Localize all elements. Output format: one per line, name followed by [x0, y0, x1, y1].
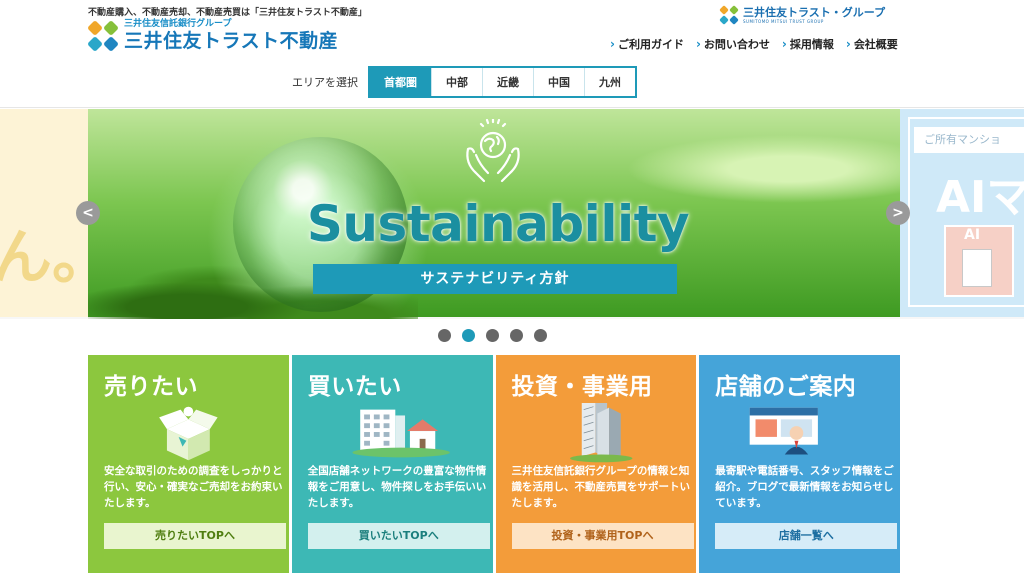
- chevron-right-icon: ›: [781, 37, 787, 51]
- carousel-dot-4[interactable]: [510, 329, 523, 342]
- buy-top-button[interactable]: 買いたいTOPへ: [307, 523, 490, 549]
- logo-title: 三井住友トラスト不動産: [124, 30, 339, 52]
- card-title: 投資・事業用: [511, 374, 653, 400]
- carousel-slide-next[interactable]: ご所有マンショ AIマ AI: [900, 109, 1024, 317]
- invest-card[interactable]: 投資・事業用 三井住友信託銀行グループの情報と知識を活用し、不動産売買をサポート…: [495, 355, 697, 573]
- hero-carousel: ん。 Sustainability サステナビリティ方針 ご所有マンショ AIマ…: [0, 109, 1024, 319]
- group-logo[interactable]: 三井住友トラスト・グループ SUMITOMO MITSUI TRUST GROU…: [719, 5, 886, 25]
- area-selector: エリアを選択 首都圏 中部 近畿 中国 九州: [292, 66, 637, 98]
- house-and-building-icon: [352, 409, 450, 458]
- earth-in-hands-icon: [466, 119, 520, 183]
- prev-slide-deco-text: ん。: [0, 223, 88, 293]
- card-description: 最寄駅や電話番号、スタッフ情報をご紹介。ブログで最新情報をお知らせしています。: [715, 465, 894, 509]
- buy-card[interactable]: 買いたい 全国店舗ネットワークの豊富な物件情報をご用意し、物件探しをお手伝いいた…: [291, 355, 493, 573]
- chevron-right-icon: ›: [695, 37, 701, 51]
- site-tagline: 不動産購入、不動産売却、不動産売買は「三井住友トラスト不動産」: [88, 8, 367, 18]
- area-tab-chubu[interactable]: 中部: [431, 68, 482, 96]
- card-description: 三井住友信託銀行グループの情報と知識を活用し、不動産売買をサポートいたします。: [511, 465, 691, 509]
- card-title: 売りたい: [104, 374, 198, 400]
- group-logo-mark-icon: [719, 5, 739, 25]
- group-logo-english: SUMITOMO MITSUI TRUST GROUP: [743, 18, 824, 24]
- carousel-dot-5[interactable]: [534, 329, 547, 342]
- building-icon: [962, 249, 992, 287]
- utility-nav: › ご利用ガイド › お問い合わせ › 採用情報 › 会社概要: [610, 36, 898, 52]
- area-tab-kyushu[interactable]: 九州: [584, 68, 635, 96]
- card-title: 店舗のご案内: [715, 374, 857, 400]
- sell-top-button[interactable]: 売りたいTOPへ: [104, 523, 286, 549]
- area-selector-label: エリアを選択: [292, 76, 358, 89]
- office-towers-icon: [569, 403, 632, 463]
- carousel-slide-sustainability[interactable]: Sustainability サステナビリティ方針: [88, 109, 900, 319]
- slide-title: Sustainability: [306, 195, 690, 253]
- carousel-dot-3[interactable]: [486, 329, 499, 342]
- area-tabs: 首都圏 中部 近畿 中国 九州: [368, 66, 637, 98]
- carousel-dot-1[interactable]: [438, 329, 451, 342]
- carousel-slide-prev[interactable]: ん。: [0, 109, 88, 317]
- site-logo[interactable]: 三井住友信託銀行グループ 三井住友トラスト不動産: [87, 19, 339, 52]
- store-list-button[interactable]: 店舗一覧へ: [715, 523, 898, 549]
- next-slide-caption: ご所有マンショ: [914, 127, 1024, 153]
- group-logo-title: 三井住友トラスト・グループ: [743, 5, 886, 19]
- store-card[interactable]: 店舗のご案内 最寄駅や電話番号、スタッフ情報をご紹介。ブログで最新情報をお知らせ…: [699, 355, 900, 573]
- carousel-prev-button[interactable]: <: [76, 201, 100, 225]
- area-tab-kinki[interactable]: 近畿: [482, 68, 533, 96]
- carousel-next-button[interactable]: >: [886, 201, 910, 225]
- sell-card[interactable]: 売りたい 安全な取引のための調査をしっかりと行い、安心・確実なご売却をお約束いた…: [88, 355, 289, 573]
- contact-link[interactable]: › お問い合わせ: [696, 36, 770, 52]
- carousel-pagination: [438, 329, 547, 342]
- next-slide-ai-label: AI: [964, 227, 981, 243]
- card-description: 全国店舗ネットワークの豊富な物件情報をご用意し、物件探しをお手伝いいたします。: [307, 465, 487, 509]
- chevron-right-icon: ›: [845, 37, 851, 51]
- open-box-icon: [159, 406, 218, 461]
- slide-subtitle: サステナビリティ方針: [313, 264, 677, 294]
- guide-link[interactable]: › ご利用ガイド: [610, 36, 684, 52]
- logo-mark-icon: [87, 19, 119, 52]
- staff-at-storefront-icon: [749, 407, 819, 455]
- chevron-right-icon: ›: [610, 37, 615, 51]
- area-tab-chugoku[interactable]: 中国: [533, 68, 584, 96]
- carousel-dot-2[interactable]: [462, 329, 475, 342]
- invest-top-button[interactable]: 投資・事業用TOPへ: [511, 523, 694, 549]
- card-description: 安全な取引のための調査をしっかりと行い、安心・確実なご売却をお約束いたします。: [104, 465, 283, 509]
- company-link[interactable]: › 会社概要: [846, 36, 898, 52]
- card-title: 買いたい: [307, 374, 402, 400]
- category-cards: 売りたい 安全な取引のための調査をしっかりと行い、安心・確実なご売却をお約束いた…: [88, 355, 900, 573]
- site-header: 不動産購入、不動産売却、不動産売買は「三井住友トラスト不動産」 三井住友信託銀行…: [0, 0, 1024, 108]
- next-slide-heading: AIマ: [936, 172, 1024, 223]
- recruit-link[interactable]: › 採用情報: [782, 36, 834, 52]
- area-tab-shutoken[interactable]: 首都圏: [370, 68, 431, 96]
- logo-subtitle: 三井住友信託銀行グループ: [124, 19, 232, 29]
